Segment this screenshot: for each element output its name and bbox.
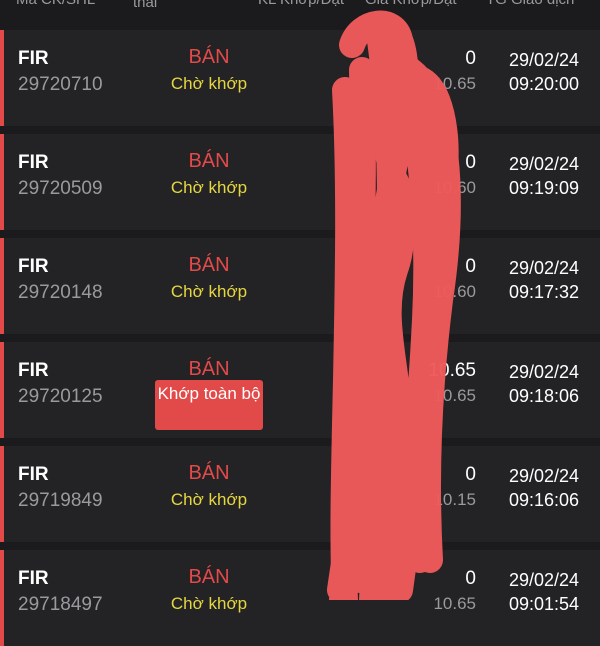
- order-status: Chờ khớp: [170, 490, 248, 509]
- order-id: 29720509: [18, 178, 103, 199]
- column-header-status: thái: [133, 0, 157, 10]
- symbol: FIR: [18, 152, 49, 173]
- trade-date: 29/02/24: [508, 362, 580, 382]
- order-side: BÁN: [188, 566, 230, 588]
- trade-date: 29/02/24: [508, 466, 580, 486]
- order-status-badge: Khớp toàn bộ: [155, 380, 263, 430]
- order-price: 10.15: [433, 490, 476, 509]
- matched-quantity: 0: [465, 256, 476, 277]
- matched-quantity: 0: [465, 568, 476, 589]
- order-row[interactable]: FIR 29718497 BÁN Chờ khớp 0 10.65 29/02/…: [0, 550, 600, 646]
- order-id: 29720125: [18, 386, 103, 407]
- trade-date: 29/02/24: [508, 570, 580, 590]
- order-row[interactable]: FIR 29720125 BÁN Khớp toàn bộ 10.65 10.6…: [0, 342, 600, 438]
- trade-date: 29/02/24: [508, 154, 580, 174]
- order-side: BÁN: [188, 150, 230, 172]
- order-row[interactable]: FIR 29719849 BÁN Chờ khớp 0 10.15 29/02/…: [0, 446, 600, 542]
- column-header-status-line2: thái: [133, 0, 158, 11]
- order-row[interactable]: FIR 29720710 BÁN Chờ khớp 0 10.65 29/02/…: [0, 30, 600, 126]
- order-price: 10.65: [433, 594, 476, 613]
- matched-quantity: 0: [465, 464, 476, 485]
- order-price: 10.65: [433, 386, 476, 405]
- symbol: FIR: [18, 464, 49, 485]
- order-price: 10.60: [433, 282, 476, 301]
- column-header-code: Mã CK/SHL: [16, 0, 95, 8]
- symbol: FIR: [18, 48, 49, 69]
- symbol: FIR: [18, 568, 49, 589]
- order-side: BÁN: [188, 358, 230, 380]
- matched-quantity: 0: [465, 48, 476, 69]
- symbol: FIR: [18, 360, 49, 381]
- order-price: 10.65: [433, 74, 476, 93]
- order-status: Chờ khớp: [170, 74, 248, 93]
- order-side: BÁN: [188, 46, 230, 68]
- order-id: 29720710: [18, 74, 103, 95]
- column-header-price: Giá Khớp/Đặt: [365, 0, 457, 8]
- order-status: Chờ khớp: [170, 282, 248, 301]
- trade-time: 09:19:09: [508, 178, 580, 198]
- order-id: 29720148: [18, 282, 103, 303]
- trade-time: 09:01:54: [508, 594, 580, 614]
- order-id: 29719849: [18, 490, 103, 511]
- symbol: FIR: [18, 256, 49, 277]
- trade-time: 09:17:32: [508, 282, 580, 302]
- trade-time: 09:18:06: [508, 386, 580, 406]
- trade-time: 09:16:06: [508, 490, 580, 510]
- order-status: Chờ khớp: [170, 178, 248, 197]
- table-header: Mã CK/SHL thái KL Khớp/Đặt Giá Khớp/Đặt …: [0, 0, 600, 22]
- matched-quantity: 10.65: [428, 360, 476, 381]
- order-status: Chờ khớp: [170, 594, 248, 613]
- column-header-time: TG Giao dịch: [486, 0, 574, 8]
- column-header-quantity: KL Khớp/Đặt: [258, 0, 344, 8]
- order-side: BÁN: [188, 254, 230, 276]
- order-price: 10.60: [433, 178, 476, 197]
- trade-date: 29/02/24: [508, 50, 580, 70]
- order-id: 29718497: [18, 594, 103, 615]
- trade-time: 09:20:00: [508, 74, 580, 94]
- order-side: BÁN: [188, 462, 230, 484]
- order-row[interactable]: FIR 29720509 BÁN Chờ khớp 0 10.60 29/02/…: [0, 134, 600, 230]
- matched-quantity: 0: [465, 152, 476, 173]
- trade-date: 29/02/24: [508, 258, 580, 278]
- order-row[interactable]: FIR 29720148 BÁN Chờ khớp 0 10.60 29/02/…: [0, 238, 600, 334]
